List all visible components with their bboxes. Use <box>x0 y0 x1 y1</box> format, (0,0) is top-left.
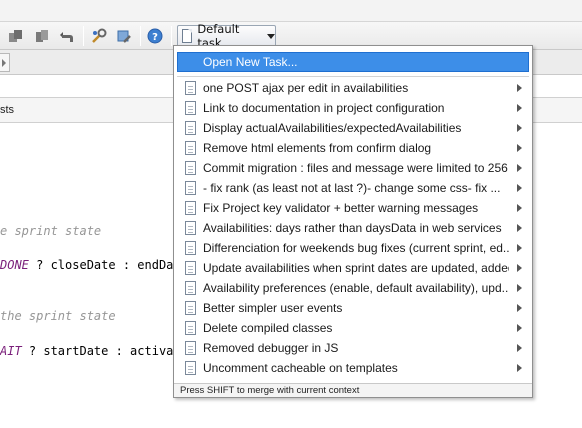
menu-item-open-new-task[interactable]: Open New Task... <box>177 52 529 72</box>
menu-item-label: Remove html elements from confirm dialog <box>203 141 432 155</box>
submenu-arrow-icon <box>517 324 522 332</box>
task-dropdown-menu: Open New Task... one POST ajax per edit … <box>173 45 533 398</box>
menu-item-label: Link to documentation in project configu… <box>203 101 445 115</box>
menu-footer-hint: Press SHIFT to merge with current contex… <box>180 385 360 396</box>
panel-header-text: sts <box>0 104 15 116</box>
menu-item-task[interactable]: Uncomment cacheable on templates <box>177 358 529 378</box>
menu-item-task[interactable]: Better simpler user events <box>177 298 529 318</box>
settings-icon[interactable] <box>116 28 132 44</box>
submenu-arrow-icon <box>517 304 522 312</box>
submenu-arrow-icon <box>517 344 522 352</box>
menu-item-label: Availabilities: days rather than daysDat… <box>203 221 502 235</box>
document-icon <box>185 321 196 335</box>
code-text: ? closeDate : endDate <box>28 258 188 272</box>
menu-item-label: Commit migration : files and message wer… <box>203 161 509 175</box>
clone-icon[interactable] <box>8 28 24 44</box>
menu-separator <box>177 76 529 77</box>
document-icon <box>185 341 196 355</box>
menu-item-task[interactable]: Fix Project key validator + better warni… <box>177 198 529 218</box>
task-selector-combo[interactable]: Default task <box>177 22 276 50</box>
menu-item-task[interactable]: Link to documentation in project configu… <box>177 98 529 118</box>
document-icon <box>185 81 196 95</box>
document-icon <box>185 241 196 255</box>
menu-item-label: Delete compiled classes <box>203 321 333 335</box>
submenu-arrow-icon <box>517 124 522 132</box>
menu-item-label: Removed debugger in JS <box>203 341 339 355</box>
code-comment: e sprint state <box>0 224 102 238</box>
toolbar-separator <box>171 26 172 46</box>
menu-item-task[interactable]: Differenciation for weekends bug fixes (… <box>177 238 529 258</box>
document-icon <box>185 161 196 175</box>
document-icon <box>185 361 196 375</box>
submenu-arrow-icon <box>517 284 522 292</box>
menu-item-task[interactable]: Remove html elements from confirm dialog <box>177 138 529 158</box>
code-comment: the sprint state <box>0 309 116 323</box>
help-icon[interactable]: ? <box>147 28 163 44</box>
menu-item-label: - fix rank (as least not at last ?)- cha… <box>203 181 501 195</box>
menu-item-label: Better simpler user events <box>203 301 343 315</box>
menu-item-task[interactable]: Availabilities: days rather than daysDat… <box>177 218 529 238</box>
submenu-arrow-icon <box>517 204 522 212</box>
submenu-arrow-icon <box>517 164 522 172</box>
tab-scroll-left-button[interactable] <box>0 53 10 72</box>
submenu-arrow-icon <box>517 84 522 92</box>
submenu-arrow-icon <box>517 224 522 232</box>
menu-item-task[interactable]: Removed debugger in JS <box>177 338 529 358</box>
document-icon <box>185 301 196 315</box>
code-keyword: AIT <box>0 344 22 358</box>
window-top-strip <box>0 0 582 22</box>
submenu-arrow-icon <box>517 104 522 112</box>
menu-item-task[interactable]: Update availabilities when sprint dates … <box>177 258 529 278</box>
document-icon <box>185 261 196 275</box>
menu-item-task[interactable]: Commit migration : files and message wer… <box>177 158 529 178</box>
menu-item-task[interactable]: Display actualAvailabilities/expectedAva… <box>177 118 529 138</box>
menu-item-label: Open New Task... <box>203 55 298 69</box>
menu-item-label: Availability preferences (enable, defaul… <box>203 281 509 295</box>
menu-item-label: Fix Project key validator + better warni… <box>203 201 479 215</box>
code-line: DONE ? closeDate : endDate <box>0 258 188 272</box>
menu-item-label: one POST ajax per edit in availabilities <box>203 81 409 95</box>
menu-item-task[interactable]: Delete compiled classes <box>177 318 529 338</box>
submenu-arrow-icon <box>517 364 522 372</box>
document-icon <box>185 181 196 195</box>
toolbar-separator <box>83 26 84 46</box>
document-icon <box>185 141 196 155</box>
document-icon <box>185 121 196 135</box>
menu-item-label: Uncomment cacheable on templates <box>203 361 398 375</box>
document-icon <box>185 281 196 295</box>
code-line: AIT ? startDate : activat <box>0 344 181 358</box>
copy-icon[interactable] <box>34 28 50 44</box>
submenu-arrow-icon <box>517 244 522 252</box>
svg-text:?: ? <box>152 32 158 43</box>
menu-item-task[interactable]: - fix rank (as least not at last ?)- cha… <box>177 178 529 198</box>
menu-item-label: Differenciation for weekends bug fixes (… <box>203 241 509 255</box>
menu-item-task[interactable]: Availability preferences (enable, defaul… <box>177 278 529 298</box>
document-icon <box>185 221 196 235</box>
code-keyword: DONE <box>0 258 29 272</box>
undo-icon[interactable] <box>59 28 75 44</box>
code-text: ? startDate : activat <box>21 344 181 358</box>
tools-icon[interactable] <box>91 28 107 44</box>
chevron-down-icon <box>267 33 275 39</box>
submenu-arrow-icon <box>517 184 522 192</box>
document-icon <box>185 201 196 215</box>
submenu-arrow-icon <box>517 144 522 152</box>
menu-item-label: Display actualAvailabilities/expectedAva… <box>203 121 462 135</box>
submenu-arrow-icon <box>517 264 522 272</box>
toolbar-separator <box>140 26 141 46</box>
menu-footer: Press SHIFT to merge with current contex… <box>174 383 532 397</box>
menu-item-task[interactable]: one POST ajax per edit in availabilities <box>177 78 529 98</box>
menu-item-label: Update availabilities when sprint dates … <box>203 261 509 275</box>
document-icon <box>182 29 193 43</box>
document-icon <box>185 101 196 115</box>
